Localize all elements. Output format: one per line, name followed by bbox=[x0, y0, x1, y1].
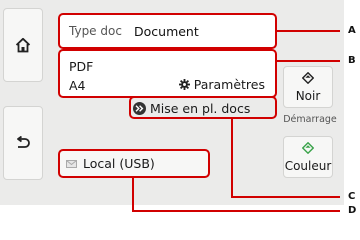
settings-button[interactable]: Paramètres bbox=[178, 77, 265, 92]
back-arrow-icon bbox=[15, 136, 31, 150]
left-column bbox=[0, 0, 46, 205]
callout-letter-a: A bbox=[348, 25, 356, 36]
panel-screen: Type doc Document PDF A4 Paramètres Mise… bbox=[0, 0, 344, 205]
layout-documents-label: Mise en pl. docs bbox=[150, 100, 251, 116]
start-diamond-color-icon bbox=[301, 141, 315, 157]
black-label: Noir bbox=[295, 88, 321, 103]
gear-icon bbox=[178, 79, 190, 90]
destination-label: Local (USB) bbox=[83, 156, 155, 171]
envelope-icon bbox=[66, 156, 77, 171]
layout-documents-button[interactable]: Mise en pl. docs bbox=[133, 98, 250, 118]
double-chevron-icon bbox=[133, 101, 146, 115]
file-format-value: PDF bbox=[69, 59, 94, 74]
document-type-card[interactable]: Type doc Document bbox=[59, 14, 276, 48]
document-type-label: Type doc bbox=[69, 24, 122, 38]
back-button[interactable] bbox=[3, 106, 43, 180]
settings-label: Paramètres bbox=[193, 77, 265, 92]
callout-letter-c: C bbox=[348, 191, 356, 202]
start-black-button[interactable]: Noir bbox=[283, 66, 333, 108]
color-label: Couleur bbox=[284, 158, 332, 173]
home-button[interactable] bbox=[3, 8, 43, 82]
destination-card[interactable]: Local (USB) bbox=[59, 150, 209, 177]
callout-letter-b: B bbox=[348, 55, 356, 66]
home-icon bbox=[15, 37, 31, 53]
paper-size-value: A4 bbox=[69, 78, 86, 93]
document-type-value: Document bbox=[134, 24, 199, 39]
right-column: Noir Démarrage Couleur bbox=[283, 0, 341, 205]
start-label: Démarrage bbox=[283, 114, 337, 125]
start-color-button[interactable]: Couleur bbox=[283, 136, 333, 178]
start-diamond-icon bbox=[301, 71, 315, 87]
format-settings-card[interactable]: PDF A4 Paramètres bbox=[59, 50, 276, 97]
callout-letter-d: D bbox=[348, 205, 357, 216]
